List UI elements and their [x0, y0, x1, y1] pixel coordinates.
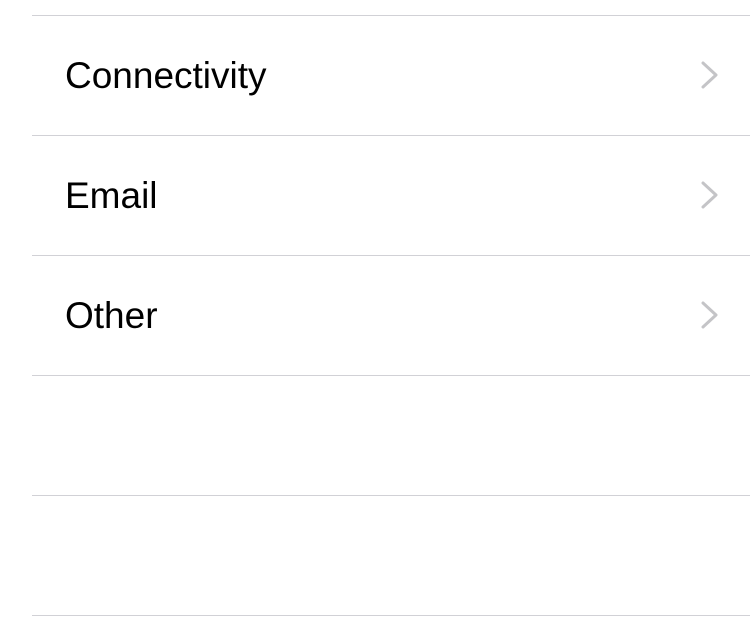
empty-row — [0, 376, 750, 495]
empty-row — [0, 496, 750, 615]
list-item-label: Connectivity — [65, 55, 267, 96]
list-item-email[interactable]: Email — [0, 136, 750, 255]
separator — [32, 615, 750, 616]
list-item-connectivity[interactable]: Connectivity — [0, 16, 750, 135]
settings-list: Connectivity Email Other — [0, 0, 750, 630]
list-item-label: Email — [65, 175, 158, 216]
list-item-other[interactable]: Other — [0, 256, 750, 375]
list-item-label: Other — [65, 295, 158, 336]
chevron-right-icon — [701, 181, 718, 209]
chevron-right-icon — [701, 61, 718, 89]
chevron-right-icon — [701, 301, 718, 329]
